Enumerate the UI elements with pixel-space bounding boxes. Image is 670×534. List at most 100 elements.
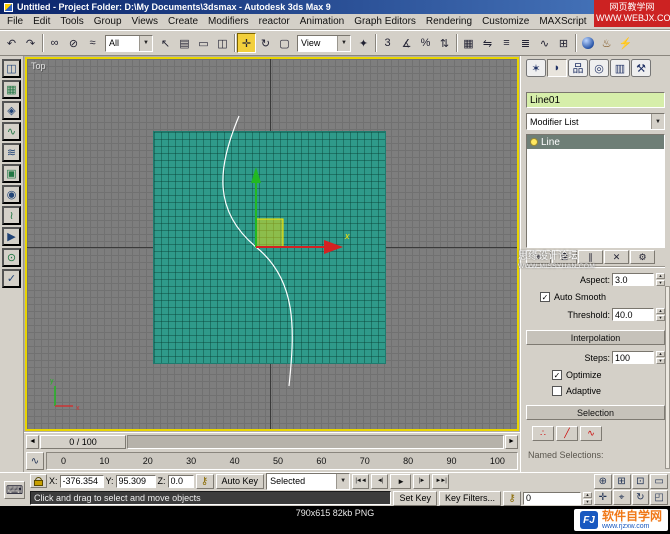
- zoom-icon[interactable]: ⊕: [594, 474, 612, 489]
- x-coordinate-field[interactable]: [60, 475, 104, 488]
- chevron-down-icon[interactable]: ▼: [139, 36, 152, 51]
- spinner-down-icon[interactable]: ▼: [656, 280, 665, 286]
- named-selection-sets-icon[interactable]: ▦: [459, 33, 478, 53]
- menu-modifiers[interactable]: Modifiers: [203, 15, 254, 28]
- move-gizmo-x-arrowhead[interactable]: [324, 240, 343, 254]
- angle-snap-icon[interactable]: ∡: [397, 33, 416, 53]
- curve-editor-icon[interactable]: ∿: [535, 33, 554, 53]
- next-frame-icon[interactable]: |►: [413, 474, 430, 489]
- redo-icon[interactable]: ↷: [21, 33, 40, 53]
- analyze-world-icon[interactable]: ✓: [2, 269, 21, 288]
- spline-line01[interactable]: [223, 116, 292, 386]
- z-coordinate-field[interactable]: [168, 475, 194, 488]
- cloth-collection-icon[interactable]: ▦: [2, 80, 21, 99]
- threshold-spinner[interactable]: ▲ ▼: [656, 308, 665, 321]
- chevron-down-icon[interactable]: ▼: [336, 474, 349, 489]
- display-tab-icon[interactable]: ▥: [610, 59, 630, 77]
- maximize-viewport-toggle-icon[interactable]: ◰: [650, 490, 668, 505]
- viewport-label[interactable]: Top: [31, 61, 46, 71]
- menu-group[interactable]: Group: [89, 15, 127, 28]
- optimize-checkbox[interactable]: ✓: [552, 370, 562, 380]
- spinner-snap-icon[interactable]: ⇅: [435, 33, 454, 53]
- steps-spinner[interactable]: ▲ ▼: [656, 351, 665, 364]
- spinner-up-icon[interactable]: ▲: [656, 273, 665, 279]
- spline-subobject-icon[interactable]: ∿: [580, 426, 602, 441]
- play-icon[interactable]: ►: [390, 474, 411, 489]
- time-slider-left-arrow-icon[interactable]: ◄: [26, 435, 39, 449]
- stack-item-line[interactable]: Line: [527, 135, 664, 149]
- select-and-manipulate-icon[interactable]: ✦: [354, 33, 373, 53]
- menu-animation[interactable]: Animation: [295, 15, 349, 28]
- select-by-name-icon[interactable]: ▤: [175, 33, 194, 53]
- set-keys-icon[interactable]: ⚷: [196, 474, 214, 489]
- rigid-body-collection-icon[interactable]: ◫: [2, 59, 21, 78]
- motion-tab-icon[interactable]: ◎: [589, 59, 609, 77]
- material-editor-icon[interactable]: ●: [578, 33, 597, 53]
- menu-file[interactable]: File: [2, 15, 28, 28]
- zoom-all-icon[interactable]: ⊞: [613, 474, 631, 489]
- keyboard-shortcut-override-icon[interactable]: ⌨: [4, 481, 25, 499]
- bind-to-space-warp-icon[interactable]: ≈: [83, 33, 102, 53]
- spinner-down-icon[interactable]: ▼: [583, 499, 592, 505]
- object-name-field[interactable]: [526, 92, 665, 108]
- lock-selection-icon[interactable]: [30, 474, 47, 488]
- region-zoom-icon[interactable]: ▭: [650, 474, 668, 489]
- top-viewport[interactable]: x y x Top: [25, 57, 519, 431]
- unlink-selection-icon[interactable]: ⊘: [64, 33, 83, 53]
- steps-field[interactable]: [612, 351, 654, 364]
- window-crossing-icon[interactable]: ◫: [213, 33, 232, 53]
- interpolation-rollout-header[interactable]: Interpolation: [526, 330, 665, 345]
- soft-body-modifier-icon[interactable]: ◉: [2, 185, 21, 204]
- render-setup-icon[interactable]: ♨: [597, 33, 616, 53]
- threshold-field[interactable]: [612, 308, 654, 321]
- menu-maxscript[interactable]: MAXScript: [534, 15, 591, 28]
- spinner-up-icon[interactable]: ▲: [583, 492, 592, 498]
- select-and-rotate-icon[interactable]: ↻: [256, 33, 275, 53]
- arc-rotate-icon[interactable]: ↻: [632, 490, 650, 505]
- selection-rollout-header[interactable]: Selection: [526, 405, 665, 420]
- rope-collection-icon[interactable]: ∿: [2, 122, 21, 141]
- go-to-start-icon[interactable]: |◄◄: [352, 474, 369, 489]
- adaptive-checkbox[interactable]: [552, 386, 562, 396]
- cloth-modifier-icon[interactable]: ▣: [2, 164, 21, 183]
- rectangular-selection-region-icon[interactable]: ▭: [194, 33, 213, 53]
- menu-tools[interactable]: Tools: [55, 15, 88, 28]
- layer-manager-icon[interactable]: ≣: [516, 33, 535, 53]
- selection-set-dropdown[interactable]: Selected ▼: [266, 473, 350, 490]
- auto-smooth-checkbox[interactable]: ✓: [540, 292, 550, 302]
- menu-reactor[interactable]: reactor: [254, 15, 295, 28]
- key-mode-toggle-icon[interactable]: ⚷: [503, 491, 521, 506]
- create-tab-icon[interactable]: ✶: [526, 59, 546, 77]
- select-and-move-icon[interactable]: ✛: [237, 33, 256, 53]
- panel-scrollbar[interactable]: [665, 286, 670, 469]
- undo-icon[interactable]: ↶: [2, 33, 21, 53]
- menu-views[interactable]: Views: [127, 15, 164, 28]
- reference-coordinate-dropdown[interactable]: View ▼: [297, 35, 351, 52]
- spinner-down-icon[interactable]: ▼: [656, 358, 665, 364]
- time-slider-track[interactable]: [127, 435, 504, 449]
- spinner-down-icon[interactable]: ▼: [656, 315, 665, 321]
- set-key-button[interactable]: Set Key: [393, 491, 437, 506]
- mini-curve-editor-icon[interactable]: ∿: [26, 452, 44, 470]
- zoom-extents-icon[interactable]: ⊡: [632, 474, 650, 489]
- y-coordinate-field[interactable]: [116, 475, 156, 488]
- menu-graph-editors[interactable]: Graph Editors: [349, 15, 421, 28]
- modifier-stack[interactable]: Line: [526, 134, 665, 248]
- modify-tab-icon[interactable]: ◗: [547, 59, 567, 77]
- vertex-subobject-icon[interactable]: ∴: [532, 426, 554, 441]
- remove-modifier-icon[interactable]: ✕: [604, 250, 629, 264]
- time-slider-thumb[interactable]: 0 / 100: [40, 435, 126, 449]
- preview-animation-icon[interactable]: ▶: [2, 227, 21, 246]
- utilities-tab-icon[interactable]: ⚒: [631, 59, 651, 77]
- pan-icon[interactable]: ✛: [594, 490, 612, 505]
- track-bar-ruler[interactable]: 0 10 20 30 40 50 60 70 80 90 100: [46, 452, 518, 470]
- percent-snap-icon[interactable]: %: [416, 33, 435, 53]
- spinner-up-icon[interactable]: ▲: [656, 308, 665, 314]
- schematic-view-icon[interactable]: ⊞: [554, 33, 573, 53]
- current-frame-field[interactable]: [523, 492, 581, 505]
- mirror-icon[interactable]: ⇋: [478, 33, 497, 53]
- time-slider-right-arrow-icon[interactable]: ►: [505, 435, 518, 449]
- move-gizmo[interactable]: x: [251, 167, 350, 254]
- select-and-link-icon[interactable]: ∞: [45, 33, 64, 53]
- frame-spinner[interactable]: ▲ ▼: [583, 492, 592, 505]
